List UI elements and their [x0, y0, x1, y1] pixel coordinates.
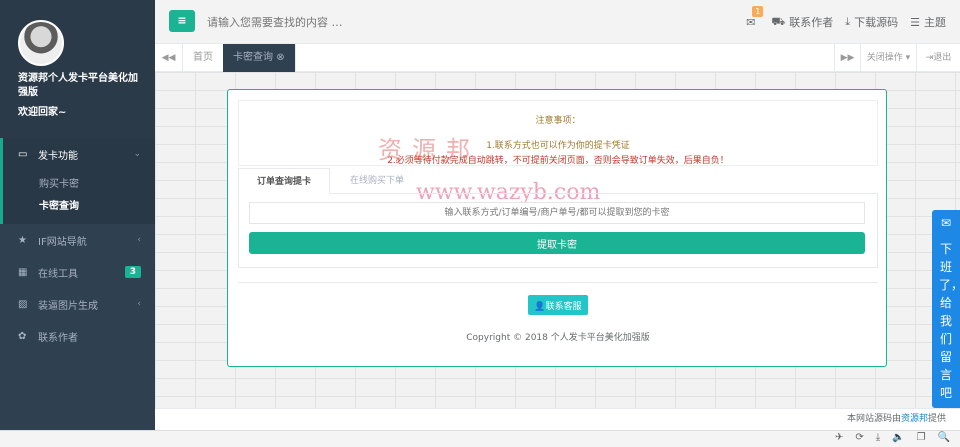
zoom-icon[interactable]: 🔍 [938, 432, 950, 443]
contact-author-link[interactable]: ⛟ 联系作者 [771, 14, 833, 30]
volume-icon[interactable]: 🔈 [892, 432, 904, 443]
browser-status-bar: ✈ ⟳ ⤓ 🔈 ❐ 🔍 [0, 430, 960, 447]
sidebar-item-label: 发卡功能 [38, 150, 78, 162]
close-operations-dropdown[interactable]: 关闭操作 ▾ [860, 44, 916, 72]
sidebar: 资源邦个人发卡平台美化加强版 欢迎回家~ ▭ 发卡功能 ⌄ 购买卡密 卡密查询 … [0, 0, 155, 430]
star-icon: ★ [18, 234, 27, 246]
query-card: 注意事项： 1.联系方式也可以作为你的提卡凭证 2.必须等待付款完成自动跳转，不… [227, 89, 887, 367]
image-icon: ▨ [18, 298, 28, 310]
notice-box: 注意事项： 1.联系方式也可以作为你的提卡凭证 2.必须等待付款完成自动跳转，不… [238, 100, 878, 166]
profile-panel: 资源邦个人发卡平台美化加强版 欢迎回家~ [0, 0, 155, 138]
sidebar-item-contact-author[interactable]: ✿ 联系作者 [0, 320, 155, 352]
footer-link[interactable]: 资源邦 [901, 414, 928, 424]
close-operations-label: 关闭操作 [866, 53, 903, 63]
copyright-text: Copyright © 2018 个人发卡平台美化加强版 [466, 333, 650, 343]
card-query-input[interactable] [249, 202, 865, 224]
logout-label: 退出 [933, 53, 952, 63]
sidebar-item-image-gen[interactable]: ▨ 装逼图片生成 ‹ [0, 288, 155, 320]
top-right-links: ✉ 1 ⛟ 联系作者 ⤓ 下载源码 ☰ 主题 [746, 6, 946, 30]
page-footer: 本网站源码由资源邦提供 [155, 408, 960, 430]
gear-icon: ✿ [18, 330, 27, 342]
welcome-text: 欢迎回家~ [18, 107, 67, 118]
notice-title: 注意事项： [535, 116, 581, 126]
monitor-icon: ▭ [18, 148, 28, 160]
window-icon[interactable]: ❐ [917, 432, 926, 443]
user-icon: 👤 [534, 301, 546, 312]
notice-line-1: 1.联系方式也可以作为你的提卡凭证 [486, 141, 630, 151]
sidebar-item-label: IF网站导航 [38, 236, 87, 248]
page-tabs-bar: ◀◀ 首页 卡密查询 ⊗ ▶▶ 关闭操作 ▾ ⇥退出 [155, 44, 960, 72]
query-tabs: 订单查询提卡 在线购买下单 [238, 168, 878, 194]
tab-label: 卡密查询 [233, 52, 273, 63]
tabs-scroll-right-button[interactable]: ▶▶ [834, 44, 860, 72]
sidebar-item-card-functions[interactable]: ▭ 发卡功能 ⌄ [0, 138, 155, 170]
divider [238, 282, 878, 283]
footer-suffix: 提供 [927, 414, 946, 424]
sidebar-item-nav[interactable]: ★ IF网站导航 ‹ [0, 224, 155, 256]
extract-card-button[interactable]: 提取卡密 [249, 232, 865, 254]
contact-author-label: 联系作者 [789, 16, 834, 29]
count-badge: 3 [124, 266, 141, 278]
top-navbar: ≡ ✉ 1 ⛟ 联系作者 ⤓ 下载源码 ☰ 主题 [155, 0, 960, 44]
avatar[interactable] [18, 20, 64, 66]
logout-button[interactable]: ⇥退出 [916, 44, 960, 72]
site-name: 资源邦个人发卡平台美化加强版 [18, 73, 138, 98]
watermark-text: 资源邦 [378, 136, 480, 164]
pin-icon[interactable]: ✈ [835, 432, 843, 443]
sidebar-menu: ▭ 发卡功能 ⌄ 购买卡密 卡密查询 ★ IF网站导航 ‹ ▦ 在线工具 3 ▨… [0, 138, 155, 352]
footer-prefix: 本网站源码由 [846, 414, 901, 424]
content-area: 注意事项： 1.联系方式也可以作为你的提卡凭证 2.必须等待付款完成自动跳转，不… [155, 72, 960, 408]
float-message-tab[interactable]: ✉ 下班了，给我们留言吧 [932, 210, 960, 408]
status-icons: ✈ ⟳ ⤓ 🔈 ❐ 🔍 [835, 432, 950, 443]
sidebar-item-online-tools[interactable]: ▦ 在线工具 3 [0, 256, 155, 288]
theme-link[interactable]: ☰ 主题 [910, 14, 946, 30]
message-count-badge: 1 [752, 6, 764, 17]
sidebar-subitem-card-query[interactable]: 卡密查询 [3, 196, 155, 218]
chevron-down-icon: ⌄ [133, 149, 141, 159]
download-icon: ⤓ [845, 15, 851, 28]
envelope-icon: ✉ [940, 216, 952, 230]
contact-support-button[interactable]: 👤联系客服 [528, 295, 588, 315]
app-window: 资源邦个人发卡平台美化加强版 欢迎回家~ ▭ 发卡功能 ⌄ 购买卡密 卡密查询 … [0, 0, 960, 447]
download-source-link[interactable]: ⤓ 下载源码 [845, 14, 898, 30]
theme-label: 主题 [924, 16, 946, 29]
tabs-scroll-left-button[interactable]: ◀◀ [155, 44, 183, 72]
tab-home[interactable]: 首页 [183, 44, 224, 72]
float-message-text: 下班了，给我们留言吧 [939, 242, 960, 400]
sidebar-submenu: 购买卡密 卡密查询 [0, 170, 155, 224]
mail-icon: ✉ [746, 15, 756, 29]
query-panel: 提取卡密 [238, 194, 878, 268]
tab-online-purchase[interactable]: 在线购买下单 [332, 168, 422, 194]
grid-icon: ▦ [18, 266, 28, 278]
download-status-icon[interactable]: ⤓ [876, 432, 880, 443]
chevron-left-icon: ‹ [137, 299, 141, 309]
sidebar-item-label: 联系作者 [38, 332, 78, 344]
sidebar-subitem-buy-card[interactable]: 购买卡密 [3, 174, 155, 196]
tab-order-query[interactable]: 订单查询提卡 [238, 168, 331, 194]
chevron-left-icon: ‹ [137, 235, 141, 245]
cart-icon: ⛟ [771, 14, 786, 28]
contact-support-label: 联系客服 [545, 301, 582, 312]
search-input[interactable] [207, 12, 507, 32]
sidebar-item-label: 在线工具 [38, 268, 78, 280]
close-icon[interactable]: ⊗ [276, 52, 284, 63]
message-link[interactable]: ✉ 1 [746, 6, 764, 30]
caret-down-icon: ▾ [905, 53, 911, 63]
download-source-label: 下载源码 [854, 16, 899, 29]
list-icon: ☰ [910, 15, 920, 29]
notice-line-2: 2.必须等待付款完成自动跳转，不可提前关闭页面，否则会导致订单失效，后果自负！ [387, 156, 729, 166]
tab-card-query[interactable]: 卡密查询 ⊗ [223, 44, 296, 72]
sidebar-item-label: 装逼图片生成 [38, 300, 98, 312]
refresh-icon[interactable]: ⟳ [855, 432, 863, 443]
menu-toggle-button[interactable]: ≡ [169, 10, 195, 32]
